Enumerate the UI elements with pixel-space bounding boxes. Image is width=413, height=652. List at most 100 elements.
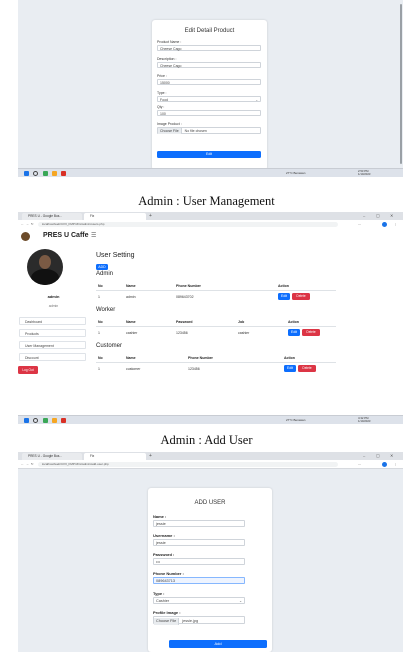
- name-label: Name :: [153, 514, 167, 519]
- admin-col-phone: Phone Number: [176, 284, 201, 288]
- back-icon[interactable]: ←: [21, 462, 24, 466]
- edit-submit-button[interactable]: Edit: [157, 151, 261, 158]
- add-user-screenshot: PRES U - Google Bus... Fix + – ▢ ✕ ← → ↻…: [18, 452, 403, 652]
- weather-text: 27°C Berawan: [286, 417, 306, 422]
- user-management-screenshot: PRES U - Google Bus... Fix + – ▢ ✕ ← → ↻…: [18, 212, 403, 424]
- menu-toggle-icon[interactable]: ☰: [91, 232, 96, 239]
- scrollbar[interactable]: [400, 4, 402, 164]
- worker-delete-button[interactable]: Delete: [302, 329, 320, 336]
- divider: [96, 326, 336, 327]
- search-icon[interactable]: [33, 171, 38, 176]
- new-tab-icon[interactable]: +: [149, 213, 152, 219]
- price-input[interactable]: 15000: [157, 79, 261, 85]
- admin-row-no: 1: [98, 295, 100, 299]
- sidebar-item-discount[interactable]: Discount: [19, 353, 86, 361]
- username-input[interactable]: jessie: [153, 539, 245, 546]
- add-user-button[interactable]: ADD: [96, 264, 108, 270]
- worker-row-job: cashier: [238, 331, 250, 335]
- customer-row-name: customer: [126, 367, 141, 371]
- type-value: Food: [160, 98, 168, 102]
- description-input[interactable]: Cheese Cago: [157, 62, 261, 68]
- logout-button[interactable]: Log Out: [18, 366, 38, 374]
- page-title: User Setting: [96, 252, 135, 259]
- forward-icon[interactable]: →: [26, 222, 29, 226]
- admin-delete-button[interactable]: Delete: [292, 293, 310, 300]
- browser-tab-2[interactable]: Fix: [84, 213, 146, 220]
- url-input[interactable]: localhost/web/CIVI_FMPrJFix/admin/users.…: [38, 221, 338, 227]
- browser-tab-bar: PRES U - Google Bus... Fix + – ▢ ✕: [18, 212, 403, 220]
- chrome-icon[interactable]: [43, 171, 48, 176]
- admin-edit-button[interactable]: Edit: [278, 293, 290, 300]
- search-icon[interactable]: [33, 418, 38, 423]
- product-name-input[interactable]: Cheese Cago: [157, 45, 261, 51]
- menu-icon[interactable]: ⋮: [394, 222, 397, 226]
- reload-icon[interactable]: ↻: [31, 222, 34, 226]
- file-explorer-icon[interactable]: [52, 418, 57, 423]
- phone-input[interactable]: 089643713: [153, 577, 245, 584]
- minimize-icon[interactable]: –: [363, 213, 365, 218]
- browser-tab-1[interactable]: PRES U - Google Bus...: [22, 213, 82, 220]
- caption-add-user: Admin : Add User: [160, 433, 253, 447]
- sidebar-item-label: Dashboard: [25, 320, 43, 324]
- chrome-icon[interactable]: [43, 418, 48, 423]
- choose-file-button[interactable]: Choose File: [154, 618, 180, 625]
- worker-edit-button[interactable]: Edit: [288, 329, 300, 336]
- browser-tab-2[interactable]: Fix: [84, 453, 146, 460]
- extensions-icon[interactable]: ⋯: [358, 222, 361, 226]
- add-submit-button[interactable]: Add: [169, 640, 267, 648]
- chevron-down-icon: ⌄: [255, 98, 258, 102]
- close-icon[interactable]: ✕: [390, 213, 393, 218]
- windows-start-icon[interactable]: [24, 418, 29, 423]
- password-input[interactable]: •••: [153, 558, 245, 565]
- sidebar-item-products[interactable]: Products: [19, 329, 86, 337]
- admin-section-title: Admin: [96, 271, 114, 277]
- type-select[interactable]: Cashier ⌄: [153, 597, 245, 604]
- maximize-icon[interactable]: ▢: [376, 453, 380, 458]
- chevron-down-icon: ⌄: [239, 599, 242, 603]
- profile-avatar[interactable]: [382, 222, 387, 227]
- app-icon[interactable]: [61, 171, 66, 176]
- customer-delete-button[interactable]: Delete: [298, 365, 316, 372]
- sidebar-item-user-management[interactable]: User Management: [19, 341, 86, 349]
- sidebar-item-dashboard[interactable]: Dashboard: [19, 317, 86, 325]
- url-input[interactable]: localhost/web/CIVI_FMPrJFix/admin/add-us…: [38, 461, 338, 467]
- windows-start-icon[interactable]: [24, 171, 29, 176]
- add-user-card: ADD USER Name : jessie Username : jessie…: [148, 488, 272, 652]
- worker-row-no: 1: [98, 331, 100, 335]
- type-value: Cashier: [156, 599, 170, 603]
- new-tab-icon[interactable]: +: [149, 453, 152, 459]
- close-icon[interactable]: ✕: [390, 453, 393, 458]
- qty-label: Qty :: [157, 105, 165, 109]
- worker-row-name: cashier: [126, 331, 138, 335]
- worker-col-name: Name: [126, 320, 136, 324]
- back-icon[interactable]: ←: [21, 222, 24, 226]
- card-title: Edit Detail Product: [184, 28, 235, 34]
- worker-row-password: 123456: [176, 331, 188, 335]
- worker-section-title: Worker: [96, 307, 116, 313]
- customer-section-title: Customer: [96, 343, 123, 349]
- app-header: PRES U Caffe ☰: [18, 228, 403, 246]
- menu-icon[interactable]: ⋮: [394, 462, 397, 466]
- image-product-input[interactable]: Choose File No file chosen: [157, 127, 261, 134]
- edit-product-card: Edit Detail Product Product Name : Chees…: [152, 20, 267, 170]
- extensions-icon[interactable]: ⋯: [358, 462, 361, 466]
- reload-icon[interactable]: ↻: [31, 462, 34, 466]
- minimize-icon[interactable]: –: [363, 453, 365, 458]
- name-input[interactable]: jessie: [153, 520, 245, 527]
- file-explorer-icon[interactable]: [52, 171, 57, 176]
- app-icon[interactable]: [61, 418, 66, 423]
- profile-avatar[interactable]: [382, 462, 387, 467]
- type-select[interactable]: Food ⌄: [157, 96, 261, 102]
- browser-tab-1[interactable]: PRES U - Google Bus...: [22, 453, 82, 460]
- choose-file-button[interactable]: Choose File: [158, 128, 182, 134]
- forward-icon[interactable]: →: [26, 462, 29, 466]
- avatar-body: [31, 269, 59, 285]
- sidebar-item-label: Discount: [25, 356, 39, 360]
- sidebar: admin admin Dashboard Products User Mana…: [18, 245, 89, 415]
- qty-input[interactable]: 100: [157, 110, 261, 116]
- profile-image-label: Profile Image :: [153, 610, 181, 615]
- profile-image-input[interactable]: Choose File jessie.jpg: [153, 616, 245, 625]
- customer-edit-button[interactable]: Edit: [284, 365, 296, 372]
- admin-col-name: Name: [126, 284, 136, 288]
- maximize-icon[interactable]: ▢: [376, 213, 380, 218]
